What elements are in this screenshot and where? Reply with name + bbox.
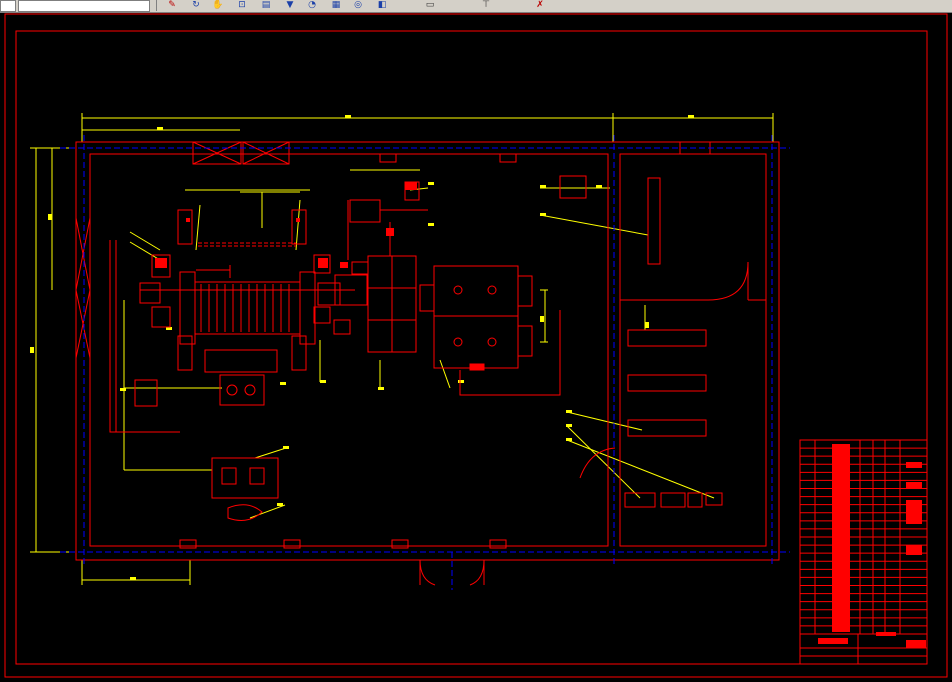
plot-icon[interactable]: ✗ bbox=[534, 0, 546, 10]
drawing-canvas[interactable] bbox=[0, 12, 952, 682]
properties-icon[interactable]: ▼ bbox=[284, 0, 296, 10]
design-center-icon[interactable]: ◔ bbox=[306, 0, 318, 10]
layers-icon[interactable]: ✎ bbox=[166, 0, 178, 10]
toolbar-dropdown-left[interactable] bbox=[0, 0, 16, 12]
zoom-previous-icon[interactable]: ▤ bbox=[260, 0, 272, 10]
sheet-inner-border bbox=[15, 30, 928, 665]
center-lines bbox=[60, 135, 790, 590]
toolbar-separator bbox=[156, 0, 157, 11]
dimension-lines bbox=[30, 113, 774, 585]
right-room-equipment bbox=[559, 175, 723, 508]
calculator-icon[interactable]: ◧ bbox=[376, 0, 388, 10]
pan-icon[interactable]: ✋ bbox=[212, 0, 224, 10]
hoist-machinery bbox=[109, 209, 355, 521]
zoom-window-icon[interactable]: ⊡ bbox=[236, 0, 248, 10]
tool-palette-icon[interactable]: ▦ bbox=[330, 0, 342, 10]
markup-icon[interactable]: ◎ bbox=[352, 0, 364, 10]
building-walls bbox=[75, 141, 780, 586]
match-properties-icon[interactable]: ▭ bbox=[424, 0, 436, 10]
layer-dropdown[interactable] bbox=[18, 0, 150, 12]
redo-icon[interactable]: ↻ bbox=[190, 0, 202, 10]
title-block bbox=[799, 439, 928, 665]
rope-hatch bbox=[198, 242, 296, 247]
help-icon[interactable]: ⊤ bbox=[480, 0, 492, 10]
dimension-text-marks bbox=[30, 115, 694, 580]
gearbox-and-motors bbox=[333, 181, 561, 396]
cad-drawing bbox=[4, 13, 948, 678]
